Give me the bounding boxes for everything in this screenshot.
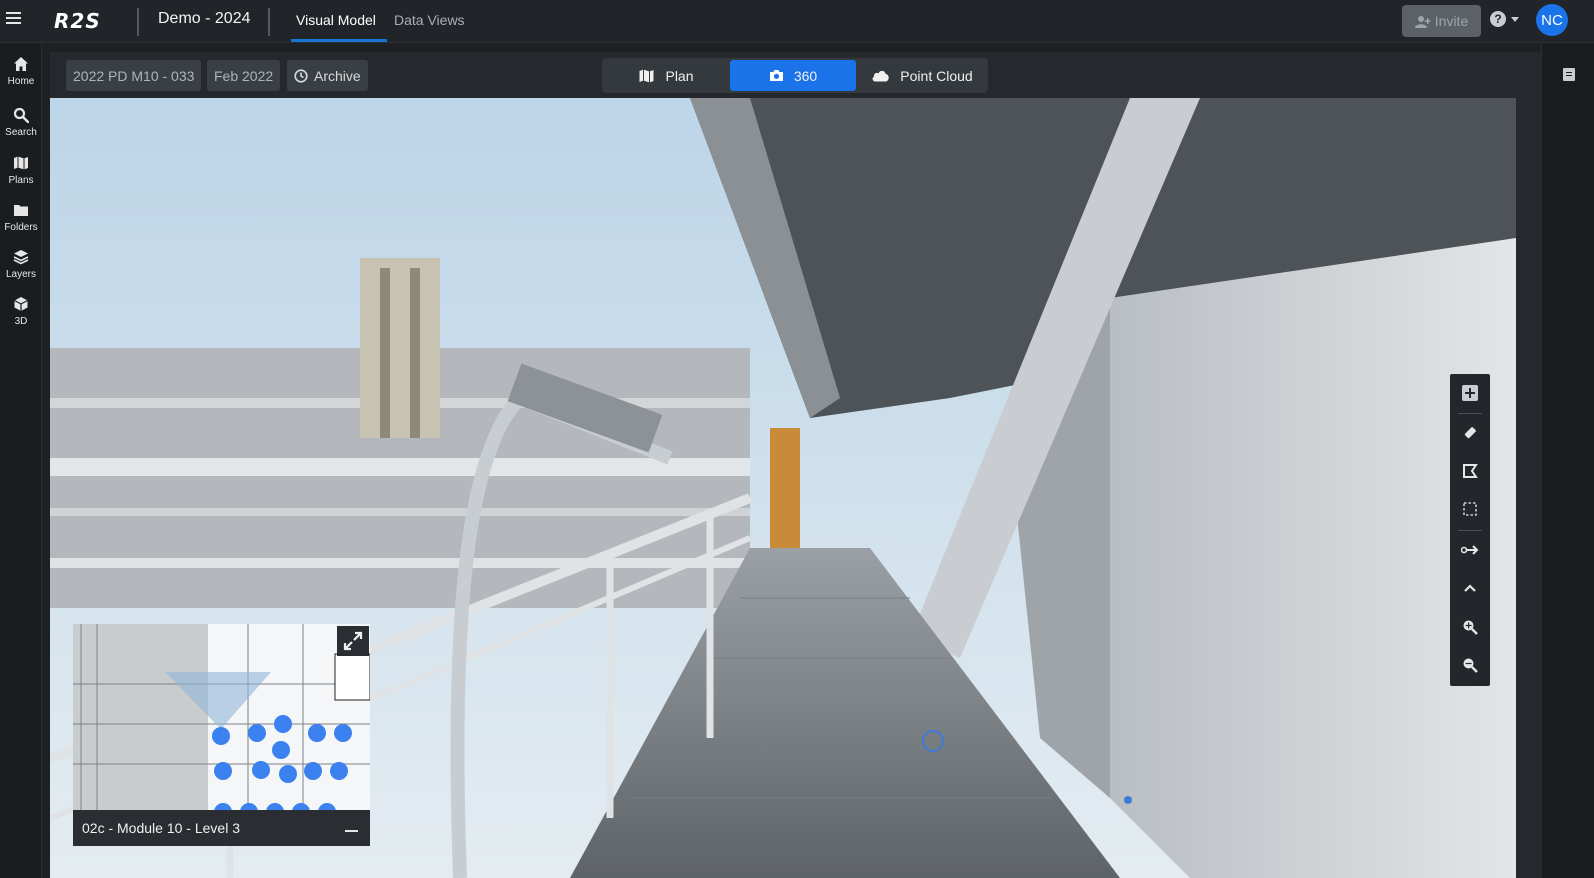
chevron-up-icon xyxy=(1464,584,1476,592)
sidebar-item-label: Layers xyxy=(5,269,36,280)
cube-icon xyxy=(14,297,28,311)
sidebar: Home Search Plans Folders Layers 3D xyxy=(0,44,42,878)
tag-icon xyxy=(1463,464,1478,478)
panorama-viewer[interactable]: 02c - Module 10 - Level 3 xyxy=(50,98,1516,878)
view-mode-label: 360 xyxy=(793,67,818,84)
date-selector[interactable]: Feb 2022 xyxy=(207,60,281,91)
sidebar-item-plans[interactable]: Plans xyxy=(0,155,42,186)
avatar[interactable]: NC xyxy=(1536,4,1568,36)
sidebar-item-layers[interactable]: Layers xyxy=(0,249,42,280)
top-bar: R2S Demo - 2024 Visual Model Data Views … xyxy=(0,0,1594,43)
menu-icon[interactable] xyxy=(6,12,21,26)
home-icon xyxy=(14,57,28,71)
help-dropdown[interactable]: ? xyxy=(1490,11,1519,27)
cloud-icon xyxy=(872,70,889,82)
sidebar-item-label: Plans xyxy=(8,175,34,186)
minimap-title: 02c - Module 10 - Level 3 xyxy=(82,820,240,836)
zoom-out-icon xyxy=(1463,658,1478,673)
layers-icon xyxy=(13,250,29,265)
view-mode-point-cloud[interactable]: Point Cloud xyxy=(858,60,986,91)
view-mode-plan[interactable]: Plan xyxy=(604,60,728,91)
app-logo[interactable]: R2S xyxy=(54,9,101,33)
ruler-icon xyxy=(1464,427,1476,439)
sidebar-item-3d[interactable]: 3D xyxy=(0,296,42,327)
sidebar-item-label: 3D xyxy=(14,316,28,327)
minimap-expand-button[interactable] xyxy=(337,626,369,656)
tab-visual-model[interactable]: Visual Model xyxy=(296,12,376,28)
link-button[interactable] xyxy=(1450,531,1490,569)
right-panel-rail xyxy=(1541,44,1594,878)
archive-button[interactable]: Archive xyxy=(287,60,368,91)
notes-icon[interactable] xyxy=(1563,68,1575,81)
link-arrow-icon xyxy=(1461,545,1479,555)
clock-icon xyxy=(294,68,308,83)
sidebar-item-label: Home xyxy=(7,76,35,87)
add-user-icon xyxy=(1414,15,1431,28)
view-mode-switcher: Plan 360 Point Cloud xyxy=(602,58,988,93)
minimap-footer: 02c - Module 10 - Level 3 xyxy=(73,810,370,846)
view-mode-label: Plan xyxy=(665,67,694,84)
sidebar-item-label: Search xyxy=(5,127,37,138)
tab-data-views[interactable]: Data Views xyxy=(394,12,465,28)
main-content: 2022 PD M10 - 033 Feb 2022 Archive Plan … xyxy=(50,52,1541,878)
sidebar-item-folders[interactable]: Folders xyxy=(0,202,42,233)
divider xyxy=(268,8,270,36)
zoom-out-button[interactable] xyxy=(1450,646,1490,684)
project-title[interactable]: Demo - 2024 xyxy=(158,10,251,28)
add-annotation-button[interactable] xyxy=(1450,374,1490,412)
question-circle-icon: ? xyxy=(1490,11,1506,27)
select-area-button[interactable] xyxy=(1450,490,1490,528)
add-icon xyxy=(1462,385,1478,401)
location-selector[interactable]: 2022 PD M10 - 033 xyxy=(66,60,202,91)
view-mode-360[interactable]: 360 xyxy=(730,60,856,91)
viewer-toolbar xyxy=(1450,374,1490,686)
expand-icon xyxy=(343,631,363,651)
active-tab-indicator xyxy=(291,39,387,42)
invite-button[interactable]: Invite xyxy=(1402,5,1481,37)
search-icon xyxy=(13,107,29,123)
minimize-icon[interactable] xyxy=(345,830,358,832)
sidebar-item-home[interactable]: Home xyxy=(0,56,42,87)
map-icon xyxy=(639,69,654,82)
folder-icon xyxy=(14,205,28,216)
map-icon xyxy=(14,156,28,170)
zoom-in-button[interactable] xyxy=(1450,608,1490,646)
collapse-button[interactable] xyxy=(1450,569,1490,607)
invite-label: Invite xyxy=(1434,13,1469,29)
zoom-in-icon xyxy=(1463,620,1478,635)
sidebar-item-label: Folders xyxy=(4,222,38,233)
divider xyxy=(137,8,139,36)
chevron-down-icon xyxy=(1511,16,1519,22)
archive-label: Archive xyxy=(314,67,361,84)
tag-button[interactable] xyxy=(1450,452,1490,490)
sidebar-item-search[interactable]: Search xyxy=(0,107,42,138)
view-mode-label: Point Cloud xyxy=(900,67,973,84)
select-area-icon xyxy=(1463,502,1477,516)
camera-icon xyxy=(769,70,783,81)
measure-button[interactable] xyxy=(1450,414,1490,452)
